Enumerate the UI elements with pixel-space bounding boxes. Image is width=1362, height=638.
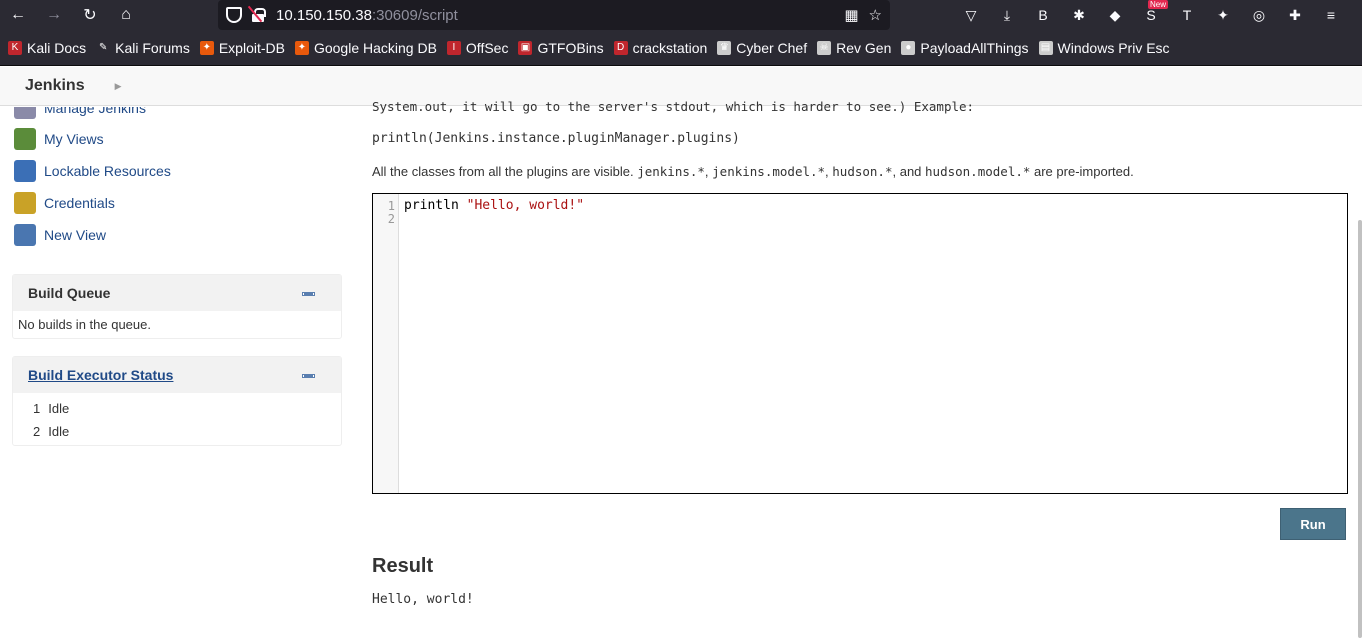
sidebar-item-icon — [14, 128, 36, 150]
bookmark-item[interactable]: ✎ Kali Forums — [96, 40, 190, 56]
bookmark-item[interactable]: ♛ Cyber Chef — [717, 40, 807, 56]
bookmark-favicon-icon: I — [446, 40, 461, 55]
bookmark-label: Kali Docs — [27, 39, 87, 56]
collapse-icon[interactable] — [302, 374, 315, 378]
executor-status: Idle — [48, 401, 70, 416]
forward-icon[interactable]: → — [36, 0, 72, 30]
collapse-icon[interactable] — [302, 292, 315, 296]
executor-number: 1 — [33, 401, 41, 416]
bookmark-item[interactable]: ▤ Windows Priv Esc — [1038, 39, 1170, 56]
bookmark-star-icon[interactable]: ☆ — [869, 6, 882, 24]
build-queue-header: Build Queue — [13, 275, 341, 311]
qr-code-icon[interactable]: ▦ — [844, 6, 858, 24]
sidebar-item-label: My Views — [44, 131, 104, 147]
code-line[interactable]: println "Hello, world!" — [404, 198, 584, 213]
bookmark-item[interactable]: ✦ Google Hacking DB — [294, 39, 437, 56]
jenkins-breadcrumb[interactable]: Jenkins — [25, 77, 85, 95]
pocket-icon[interactable]: ▽ — [960, 4, 982, 26]
executor-row: 2 Idle — [13, 420, 341, 443]
sidebar-item[interactable]: Lockable Resources — [14, 160, 171, 182]
bookmark-favicon-icon: ✎ — [96, 40, 111, 55]
fox-ext-icon[interactable]: ✦ — [1212, 4, 1234, 26]
line-number: 1 — [387, 199, 395, 213]
example-code: println(Jenkins.instance.pluginManager.p… — [372, 131, 740, 146]
build-queue-title: Build Queue — [28, 285, 111, 301]
line-number: 2 — [387, 212, 395, 226]
bookmark-item[interactable]: ▣ GTFOBins — [518, 39, 604, 56]
bookmark-favicon-icon: K — [8, 40, 22, 55]
news-ext-icon[interactable]: S New — [1140, 0, 1168, 26]
bookmark-favicon-icon: ☠ — [817, 40, 832, 55]
script-editor[interactable]: 1 2 println "Hello, world!" — [372, 193, 1348, 494]
sidebar-item-label: New View — [44, 227, 106, 243]
bookmark-label: Kali Forums — [115, 39, 190, 56]
result-output: Hello, world! — [372, 592, 474, 607]
tracking-shield-icon[interactable] — [226, 7, 242, 23]
t-ext-icon[interactable]: T — [1176, 4, 1198, 26]
bookmark-favicon-icon: D — [613, 40, 628, 55]
extensions-icon[interactable]: ✚ — [1284, 4, 1306, 26]
download-icon[interactable]: ⤓ — [996, 4, 1018, 26]
bookmark-item[interactable]: I OffSec — [446, 39, 509, 56]
bookmarks-bar: K Kali Docs ✎ Kali Forums ✦ Exploit-DB ✦ Google… — [0, 30, 1362, 66]
bookmark-item[interactable]: ✦ Exploit-DB — [199, 39, 285, 56]
bookmark-item[interactable]: ☠ Rev Gen — [817, 40, 891, 56]
bookmark-favicon-icon: ▣ — [518, 40, 533, 55]
new-badge: New — [1147, 0, 1168, 9]
executor-status: Idle — [48, 424, 70, 439]
bookmark-label: crackstation — [632, 39, 708, 56]
sidebar-item-icon — [14, 224, 36, 246]
sidebar-item-icon — [14, 160, 36, 182]
run-button[interactable]: Run — [1280, 508, 1346, 540]
url-bar[interactable]: 10.150.150.38:30609/script ▦ ☆ — [218, 0, 890, 30]
executor-status-header: Build Executor Status — [13, 357, 341, 393]
build-queue-panel: Build Queue No builds in the queue. — [12, 274, 342, 339]
sidebar-item-label: Lockable Resources — [44, 163, 171, 179]
build-queue-empty: No builds in the queue. — [18, 317, 151, 332]
extensions-area: ▽ ⤓ B ✱ ◆ S New T ✦ ◎ ✚ ≡ — [960, 0, 1342, 30]
browser-toolbar: ← → ↻ ⌂ 10.150.150.38:30609/script ▦ ☆ ▽… — [0, 0, 1362, 30]
bookmark-item[interactable]: Dcrackstation — [613, 39, 708, 56]
page-scrollbar[interactable] — [1358, 220, 1362, 638]
bookmark-label: Exploit-DB — [218, 39, 285, 56]
menu-icon[interactable]: ≡ — [1320, 4, 1342, 26]
bookmark-favicon-icon: ● — [901, 40, 916, 55]
bookmark-label: PayloadAllThings — [920, 39, 1029, 56]
intro-text: System.out, it will go to the server's s… — [372, 99, 975, 114]
executor-number: 2 — [33, 424, 41, 439]
bookmark-favicon-icon: ✦ — [294, 40, 309, 55]
bookmark-label: Cyber Chef — [736, 39, 808, 56]
result-heading: Result — [372, 555, 434, 577]
bookmark-label: Rev Gen — [836, 39, 892, 56]
bookmark-label: GTFOBins — [537, 39, 604, 56]
bookmark-label: OffSec — [465, 39, 509, 56]
reload-icon[interactable]: ↻ — [72, 0, 108, 30]
bookmark-item[interactable]: K Kali Docs — [8, 40, 86, 56]
bookmark-label: Google Hacking DB — [313, 39, 437, 56]
executor-status-link[interactable]: Build Executor Status — [28, 367, 173, 383]
executor-row: 1 Idle — [13, 397, 341, 420]
cookie-ext-icon[interactable]: ◎ — [1248, 4, 1270, 26]
line-gutter: 1 2 — [373, 194, 399, 493]
sidebar-item-icon — [14, 192, 36, 214]
sidebar-item-label: Credentials — [44, 195, 115, 211]
back-icon[interactable]: ← — [0, 0, 36, 30]
bookmark-favicon-icon: ♛ — [717, 40, 732, 55]
url-text[interactable]: 10.150.150.38:30609/script — [276, 7, 458, 24]
sidebar-item[interactable]: My Views — [14, 128, 104, 150]
bookmark-item[interactable]: ● PayloadAllThings — [901, 39, 1029, 56]
bookmark-label: Windows Priv Esc — [1057, 39, 1170, 56]
cube-ext-icon[interactable]: ◆ — [1104, 4, 1126, 26]
sidebar-item[interactable]: Credentials — [14, 192, 115, 214]
bookmark-favicon-icon: ▤ — [1038, 40, 1053, 55]
puzzle-ext-icon[interactable]: ✱ — [1068, 4, 1090, 26]
breadcrumb-caret-icon[interactable]: ▶ — [115, 81, 122, 92]
bookmark-favicon-icon: ✦ — [199, 40, 214, 55]
executor-status-panel: Build Executor Status 1 Idle 2 Idle — [12, 356, 342, 446]
home-icon[interactable]: ⌂ — [108, 0, 144, 30]
sidebar-item[interactable]: New View — [14, 224, 106, 246]
classes-note: All the classes from all the plugins are… — [372, 164, 1134, 179]
b-extension-icon[interactable]: B — [1032, 4, 1054, 26]
